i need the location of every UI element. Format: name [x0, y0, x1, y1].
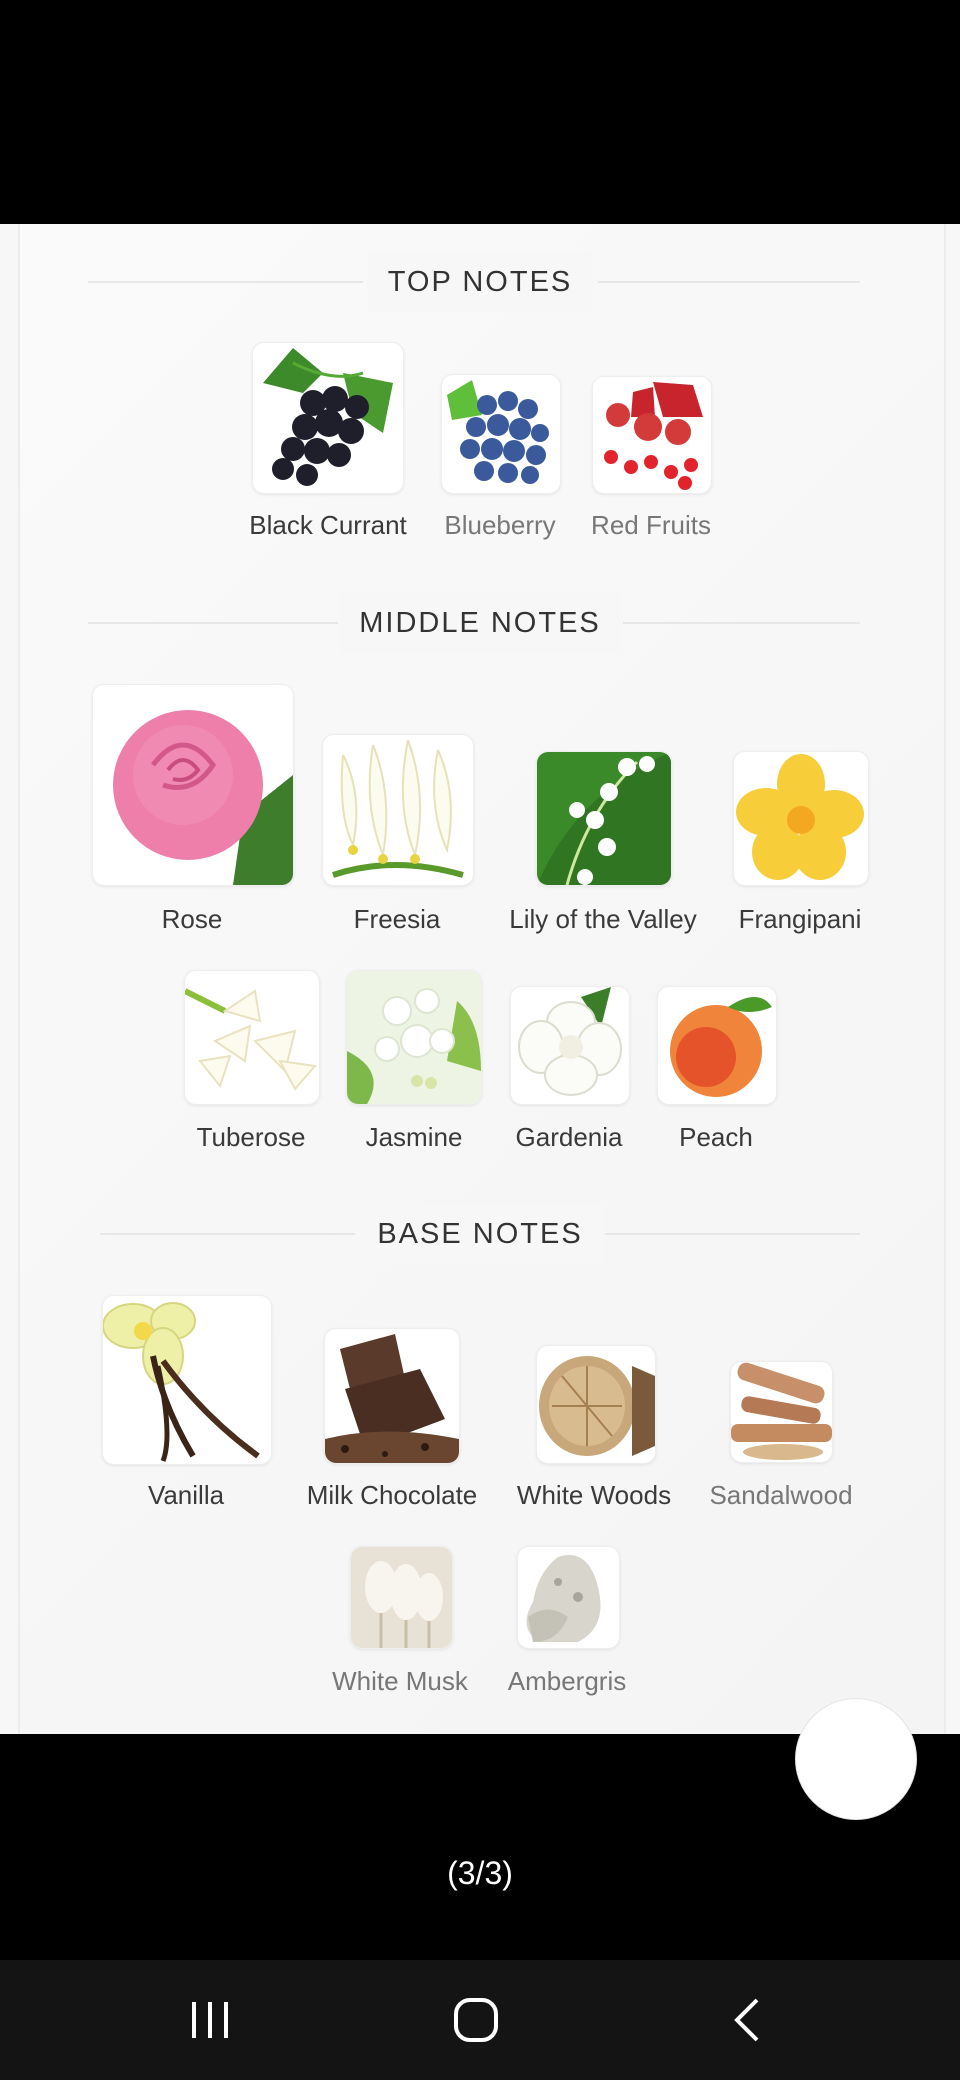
divider-line — [100, 1233, 355, 1235]
freesia-image — [322, 734, 474, 886]
note-label: Peach — [679, 1122, 753, 1152]
red-fruits-image — [592, 376, 712, 494]
divider-line — [605, 1233, 860, 1235]
sandalwood-image — [730, 1361, 833, 1463]
top-notes-title: TOP NOTES — [367, 252, 593, 312]
tuberose-image — [184, 970, 320, 1105]
home-icon — [454, 1998, 498, 2042]
note-label: Vanilla — [147, 1480, 225, 1510]
note-label: Red Fruits — [591, 510, 711, 540]
note-label: White Musk — [332, 1666, 468, 1696]
white-musk-image — [350, 1546, 453, 1649]
note-label: Freesia — [353, 904, 441, 934]
back-icon — [734, 1998, 759, 2042]
blueberry-image — [441, 374, 561, 494]
gardenia-image — [510, 986, 630, 1105]
note-label: Rose — [161, 904, 223, 934]
note-label: Sandalwood — [709, 1480, 853, 1510]
jasmine-image — [346, 970, 482, 1105]
lily-of-the-valley-image — [536, 751, 672, 886]
white-woods-image — [536, 1345, 656, 1464]
note-label: Frangipani — [738, 904, 862, 934]
middle-notes-header: MIDDLE NOTES — [0, 593, 960, 653]
divider-line — [88, 281, 363, 283]
divider-line — [88, 622, 338, 624]
note-label: Lily of the Valley — [509, 904, 697, 934]
home-button[interactable] — [416, 1960, 536, 2080]
note-label: Gardenia — [515, 1122, 623, 1152]
notes-panel: TOP NOTES Black Currant Blueberry Red Fr… — [0, 224, 960, 1734]
top-notes-header: TOP NOTES — [0, 252, 960, 312]
divider-line — [598, 281, 860, 283]
middle-notes-title: MIDDLE NOTES — [339, 593, 621, 653]
base-notes-title: BASE NOTES — [357, 1204, 603, 1264]
note-label: Black Currant — [249, 510, 407, 540]
note-label: Jasmine — [365, 1122, 463, 1152]
rose-image — [92, 684, 294, 886]
peach-image — [657, 986, 777, 1105]
recents-button[interactable] — [150, 1960, 270, 2080]
base-notes-header: BASE NOTES — [0, 1204, 960, 1264]
recents-icon — [192, 2002, 228, 2038]
page-indicator: (3/3) — [447, 1855, 513, 1891]
note-label: Milk Chocolate — [306, 1480, 478, 1510]
vanilla-image — [102, 1295, 272, 1465]
black-currant-image — [252, 342, 404, 494]
milk-chocolate-image — [324, 1328, 460, 1464]
note-label: Tuberose — [196, 1122, 306, 1152]
divider-line — [623, 622, 860, 624]
note-label: White Woods — [516, 1480, 672, 1510]
back-button[interactable] — [686, 1960, 806, 2080]
system-navigation-bar — [0, 1960, 960, 2080]
ambergris-image — [517, 1546, 620, 1649]
note-label: Blueberry — [444, 510, 556, 540]
frangipani-image — [733, 751, 869, 886]
note-label: Ambergris — [507, 1666, 627, 1696]
scroll-top-button[interactable] — [795, 1698, 917, 1820]
